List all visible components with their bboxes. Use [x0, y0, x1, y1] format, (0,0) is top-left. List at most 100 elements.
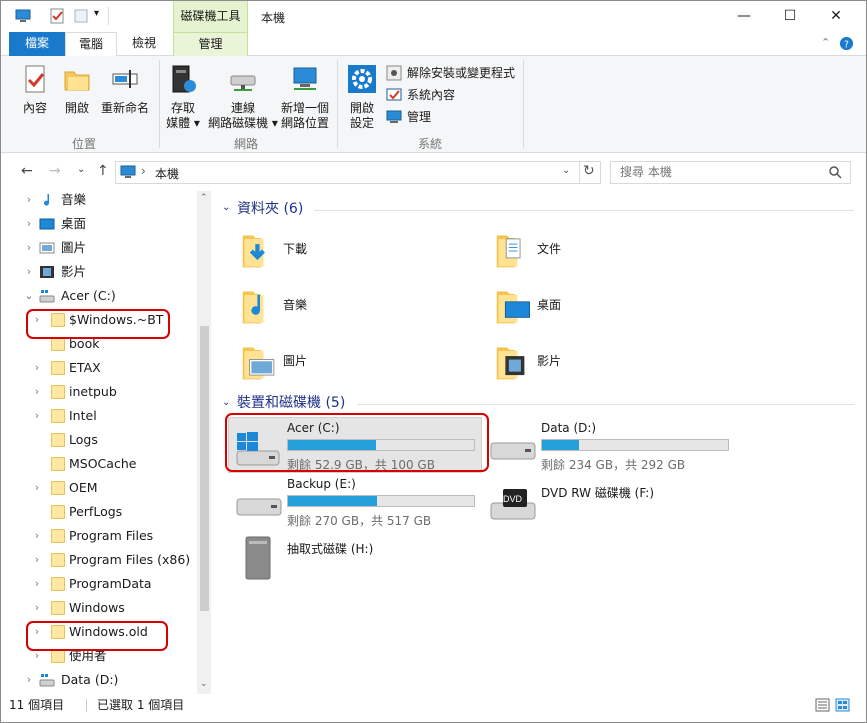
folder-item[interactable]: 下載 [237, 221, 477, 277]
folder-item[interactable]: 文件 [491, 221, 731, 277]
tree-item[interactable]: › 影片 [1, 261, 196, 285]
chevron-right-icon[interactable]: › [31, 573, 43, 595]
uninstall-program-button[interactable]: 解除安裝或變更程式 [386, 64, 515, 84]
rename-button[interactable]: 重新命名 [99, 64, 151, 116]
tab-manage[interactable]: 管理 [173, 32, 248, 56]
add-location-label-2: 網路位置 [280, 116, 329, 130]
help-icon[interactable]: ? [839, 36, 854, 51]
address-dropdown-icon[interactable]: ⌄ [562, 165, 570, 176]
tab-computer[interactable]: 電腦 [65, 32, 117, 57]
scrollbar-thumb[interactable] [200, 326, 209, 611]
drive-item-e[interactable]: Backup (E:) 剩餘 270 GB，共 517 GB [227, 477, 487, 533]
tree-item[interactable]: › Windows [1, 597, 196, 621]
chevron-right-icon[interactable]: › [23, 237, 35, 259]
breadcrumb-separator-icon: › [141, 164, 146, 178]
collapse-folders-icon[interactable]: ⌄ [222, 202, 230, 213]
annotation-highlight [26, 621, 168, 651]
search-input[interactable]: 搜尋 本機 [610, 161, 851, 184]
tree-item-label: ETAX [69, 360, 101, 375]
chevron-right-icon[interactable]: › [23, 213, 35, 235]
tab-view[interactable]: 檢視 [119, 32, 169, 56]
add-network-location-button[interactable]: 新增一個 網路位置 [279, 64, 331, 131]
tree-item[interactable]: › ETAX [1, 357, 196, 381]
svg-text:?: ? [844, 39, 849, 50]
section-divider [314, 210, 854, 211]
folders-section-header[interactable]: 資料夾 (6) [237, 199, 303, 219]
chevron-right-icon[interactable]: › [23, 191, 35, 211]
tree-item[interactable]: › Program Files [1, 525, 196, 549]
maximize-button[interactable]: ☐ [767, 1, 813, 32]
drive-item-d[interactable]: Data (D:) 剩餘 234 GB，共 292 GB [481, 421, 741, 477]
tree-item[interactable]: › Intel [1, 405, 196, 429]
tree-item[interactable]: › 桌面 [1, 213, 196, 237]
address-bar[interactable]: › 本機 ⌄ ↻ [115, 161, 601, 184]
tree-item-label: OEM [69, 480, 98, 495]
tree-item[interactable]: ⌄ Acer (C:) [1, 285, 196, 309]
tree-item[interactable]: › OEM [1, 477, 196, 501]
tree-item-label: inetpub [69, 384, 117, 399]
tree-item[interactable]: › 圖片 [1, 237, 196, 261]
collapse-devices-icon[interactable]: ⌄ [222, 397, 230, 408]
map-network-drive-button[interactable]: 連線 網路磁碟機 ▾ [205, 64, 281, 131]
system-properties-button[interactable]: 系統內容 [386, 86, 455, 106]
new-folder-icon[interactable] [73, 8, 89, 24]
access-media-button[interactable]: 存取 媒體 ▾ [163, 64, 203, 131]
drive-item-removable[interactable]: 抽取式磁碟 (H:) [227, 533, 487, 589]
folder-label: 桌面 [537, 298, 562, 312]
chevron-right-icon[interactable]: › [23, 261, 35, 283]
up-arrow-icon[interactable]: ↑ [97, 163, 109, 179]
chevron-right-icon[interactable]: › [23, 669, 35, 691]
manage-label: 管理 [407, 110, 432, 124]
tree-item[interactable]: › 音樂 [1, 191, 196, 213]
devices-section-header[interactable]: 裝置和磁碟機 (5) [237, 393, 345, 413]
properties-button[interactable]: 內容 [17, 64, 53, 116]
open-button[interactable]: 開啟 [59, 64, 95, 116]
minimize-button[interactable]: — [721, 1, 767, 32]
tree-item[interactable]: MSOCache [1, 453, 196, 477]
scroll-down-icon[interactable]: ⌄ [200, 679, 208, 689]
tree-item[interactable]: › ProgramData [1, 573, 196, 597]
folder-item[interactable]: 圖片 [237, 333, 477, 389]
network-drive-icon [230, 75, 256, 91]
chevron-right-icon[interactable]: › [31, 477, 43, 499]
chevron-right-icon[interactable]: › [31, 357, 43, 379]
folder-item[interactable]: 音樂 [237, 277, 477, 333]
properties-icon[interactable] [49, 8, 65, 24]
large-icons-view-icon[interactable] [835, 698, 850, 712]
tab-file[interactable]: 檔案 [9, 32, 65, 56]
forward-arrow-icon[interactable]: → [49, 163, 61, 179]
map-drive-label-2: 網路磁碟機 ▾ [208, 116, 278, 130]
system-properties-icon [386, 88, 402, 101]
scroll-up-icon[interactable]: ⌃ [200, 193, 208, 203]
tree-item[interactable]: › Program Files (x86) [1, 549, 196, 573]
chevron-right-icon[interactable]: › [31, 549, 43, 571]
details-view-icon[interactable] [815, 698, 830, 712]
folder-item[interactable]: 桌面 [491, 277, 731, 333]
tree-item[interactable]: Logs [1, 429, 196, 453]
tree-item-label: ProgramData [69, 576, 152, 591]
collapse-ribbon-icon[interactable]: ⌃ [821, 36, 830, 49]
folder-item[interactable]: 影片 [491, 333, 731, 389]
chevron-right-icon[interactable]: › [31, 597, 43, 619]
desktop-icon [39, 218, 55, 230]
open-settings-button[interactable]: 開啟 設定 [343, 64, 381, 131]
recent-locations-icon[interactable]: ⌄ [77, 164, 85, 175]
search-icon[interactable] [829, 166, 842, 179]
chevron-right-icon[interactable]: › [31, 381, 43, 403]
dvd-badge: DVD [503, 494, 523, 504]
properties-check-icon [25, 65, 45, 93]
chevron-down-icon[interactable]: ⌄ [23, 285, 35, 307]
tree-item[interactable]: › inetpub [1, 381, 196, 405]
tree-item[interactable]: PerfLogs [1, 501, 196, 525]
close-button[interactable]: ✕ [813, 1, 859, 32]
folder-icon [51, 481, 65, 495]
qat-dropdown-icon[interactable]: ▾ [94, 8, 99, 19]
refresh-icon[interactable]: ↻ [583, 163, 595, 179]
breadcrumb[interactable]: 本機 [155, 165, 179, 182]
back-arrow-icon[interactable]: ← [21, 163, 33, 179]
chevron-right-icon[interactable]: › [31, 405, 43, 427]
tree-item[interactable]: › Data (D:) [1, 669, 196, 693]
chevron-right-icon[interactable]: › [31, 525, 43, 547]
drive-item-dvd[interactable]: DVD DVD RW 磁碟機 (F:) [481, 477, 741, 533]
manage-button[interactable]: 管理 [386, 108, 431, 128]
